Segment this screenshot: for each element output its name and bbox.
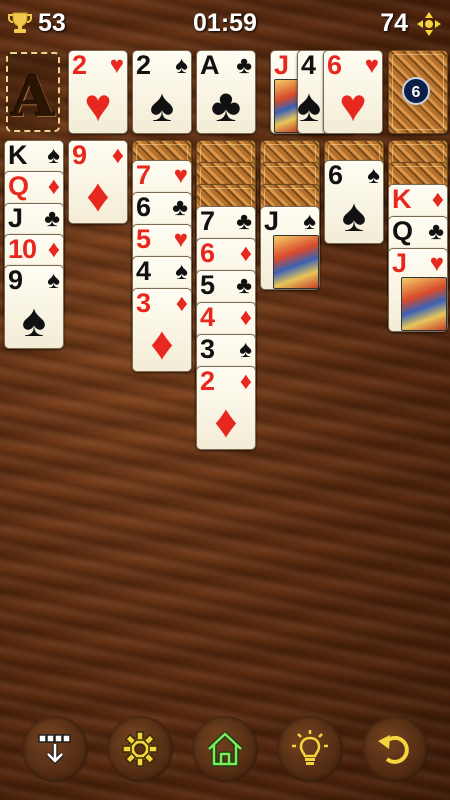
club-icon: ♣ xyxy=(210,79,242,131)
diamond-icon: ♦ xyxy=(111,142,124,169)
foundation-card-1[interactable]: 2 ♥ ♥ xyxy=(68,50,128,134)
card-rank: 6 xyxy=(200,238,215,268)
diamond-icon: ♦ xyxy=(86,169,110,221)
diamond-icon: ♦ xyxy=(431,186,444,213)
tableau-card[interactable]: J ♥ xyxy=(388,248,448,332)
stock-count-badge: 6 xyxy=(402,77,430,105)
moves-value: 74 xyxy=(380,9,408,37)
club-icon: ♣ xyxy=(236,208,252,235)
card-rank: 2 xyxy=(136,50,151,80)
auto-complete-button[interactable] xyxy=(22,716,88,782)
hint-button[interactable] xyxy=(277,716,343,782)
spade-icon: ♠ xyxy=(303,208,316,235)
card-rank: 2 xyxy=(200,366,215,396)
tableau-card[interactable]: 2 ♦ ♦ xyxy=(196,366,256,450)
card-rank: Q xyxy=(392,216,413,246)
heart-icon: ♥ xyxy=(109,52,124,79)
heart-icon: ♥ xyxy=(429,250,444,277)
card-rank: 3 xyxy=(200,334,215,364)
foundation-placeholder-letter: A xyxy=(11,64,55,130)
card-rank: A xyxy=(200,50,219,80)
club-icon: ♣ xyxy=(236,52,252,79)
settings-button[interactable] xyxy=(107,716,173,782)
waste-card-top[interactable]: 6 ♥ ♥ xyxy=(323,50,383,134)
card-rank: 7 xyxy=(136,160,151,190)
card-rank: J xyxy=(264,206,279,236)
jack-face-art xyxy=(273,235,319,289)
diamond-icon: ♦ xyxy=(47,173,60,200)
card-rank: 4 xyxy=(136,256,151,286)
undo-icon xyxy=(378,735,409,764)
home-button[interactable] xyxy=(192,716,258,782)
spade-icon: ♠ xyxy=(367,162,380,189)
card-rank: J xyxy=(392,248,407,278)
card-rank: 6 xyxy=(136,192,151,222)
lightbulb-icon xyxy=(292,730,328,765)
jack-face-art xyxy=(401,277,447,331)
club-icon: ♣ xyxy=(44,205,60,232)
top-bar: 53 01:59 74 xyxy=(0,0,450,46)
card-rank: 9 xyxy=(72,140,87,170)
tableau-card[interactable]: J ♠ xyxy=(260,206,320,290)
tableau-card[interactable]: 3 ♦ ♦ xyxy=(132,288,192,372)
spade-icon: ♠ xyxy=(47,267,60,294)
diamond-icon: ♦ xyxy=(47,236,60,263)
foundation-card-3[interactable]: A ♣ ♣ xyxy=(196,50,256,134)
card-rank: K xyxy=(392,184,411,214)
undo-button[interactable] xyxy=(362,716,428,782)
auto-move-icon xyxy=(38,734,71,765)
card-rank: 3 xyxy=(136,288,151,318)
club-icon: ♣ xyxy=(172,194,188,221)
heart-icon: ♥ xyxy=(364,52,379,79)
card-rank: 4 xyxy=(200,302,215,332)
diamond-icon: ♦ xyxy=(175,290,188,317)
diamond-icon: ♦ xyxy=(214,395,238,447)
heart-icon: ♥ xyxy=(84,79,112,131)
card-rank: 4 xyxy=(301,50,316,80)
gear-icon xyxy=(122,731,158,767)
moves-icon xyxy=(417,12,441,36)
diamond-icon: ♦ xyxy=(239,368,252,395)
spade-icon: ♠ xyxy=(175,258,188,285)
card-rank: Q xyxy=(8,171,29,201)
heart-icon: ♥ xyxy=(173,226,188,253)
home-icon xyxy=(207,731,243,767)
card-rank: 2 xyxy=(72,50,87,80)
card-rank: 7 xyxy=(200,206,215,236)
spade-icon: ♠ xyxy=(341,189,367,241)
spade-icon: ♠ xyxy=(149,79,175,131)
card-rank: 10 xyxy=(8,234,37,264)
diamond-icon: ♦ xyxy=(239,240,252,267)
card-rank: 5 xyxy=(136,224,151,254)
foundation-slot[interactable]: A xyxy=(6,52,60,132)
foundation-card-2[interactable]: 2 ♠ ♠ xyxy=(132,50,192,134)
spade-icon: ♠ xyxy=(175,52,188,79)
tableau-card[interactable]: 9 ♠ ♠ xyxy=(4,265,64,349)
tableau-card[interactable]: 6 ♠ ♠ xyxy=(324,160,384,244)
card-rank: K xyxy=(8,140,27,170)
diamond-icon: ♦ xyxy=(239,304,252,331)
card-rank: 6 xyxy=(327,50,342,80)
tableau-card[interactable]: 9 ♦ ♦ xyxy=(68,140,128,224)
card-rank: 6 xyxy=(328,160,343,190)
card-rank: 5 xyxy=(200,270,215,300)
spade-icon: ♠ xyxy=(239,336,252,363)
spade-icon: ♠ xyxy=(21,294,47,346)
heart-icon: ♥ xyxy=(339,79,367,131)
spade-icon: ♠ xyxy=(47,142,60,169)
heart-icon: ♥ xyxy=(173,162,188,189)
club-icon: ♣ xyxy=(428,218,444,245)
card-rank: 9 xyxy=(8,265,23,295)
card-rank: J xyxy=(8,203,23,233)
card-rank: J xyxy=(274,50,289,80)
club-icon: ♣ xyxy=(236,272,252,299)
diamond-icon: ♦ xyxy=(150,317,174,369)
